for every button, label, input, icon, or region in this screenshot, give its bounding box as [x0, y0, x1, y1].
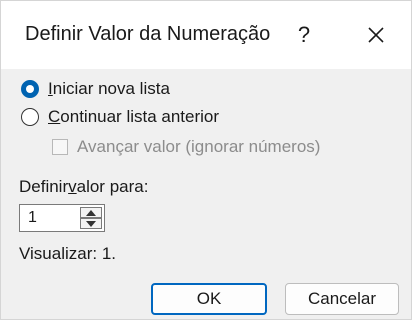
ok-button[interactable]: OK	[151, 283, 267, 315]
radio-continue-label: Continuar lista anterior	[48, 107, 220, 126]
cancel-button[interactable]: Cancelar	[285, 283, 399, 315]
set-value-label: Definir v alor para:	[19, 177, 149, 196]
spin-down-button[interactable]	[80, 218, 102, 229]
dialog-title: Definir Valor da Numeração	[25, 23, 271, 45]
checkbox-advance-label: Avançar valor (ignorar números)	[77, 137, 321, 156]
radio-continue-list[interactable]: Continuar lista anterior	[21, 107, 219, 127]
close-button[interactable]	[353, 15, 399, 55]
checkbox-box[interactable]	[52, 139, 68, 155]
value-input[interactable]: 1	[28, 209, 37, 227]
spin-up-button[interactable]	[80, 207, 102, 218]
checkbox-advance-value[interactable]: Avançar valor (ignorar números)	[52, 137, 320, 157]
radio-selected-indicator[interactable]	[21, 80, 39, 98]
radio-start-new-list[interactable]: Iniciar nova lista	[21, 79, 170, 99]
radio-start-new-label: Iniciar nova lista	[48, 79, 170, 98]
title-bar: Definir Valor da Numeração ?	[1, 1, 411, 69]
spin-buttons	[80, 207, 102, 229]
preview-text: Visualizar: 1.	[19, 244, 117, 263]
radio-unselected-indicator[interactable]	[21, 108, 39, 126]
numbering-value-dialog: Definir Valor da Numeração ? Iniciar nov…	[0, 0, 412, 320]
value-spinner[interactable]: 1	[19, 204, 105, 232]
arrow-down-icon	[86, 220, 96, 227]
help-button[interactable]: ?	[281, 15, 327, 55]
close-icon	[368, 27, 384, 43]
arrow-up-icon	[86, 209, 96, 216]
